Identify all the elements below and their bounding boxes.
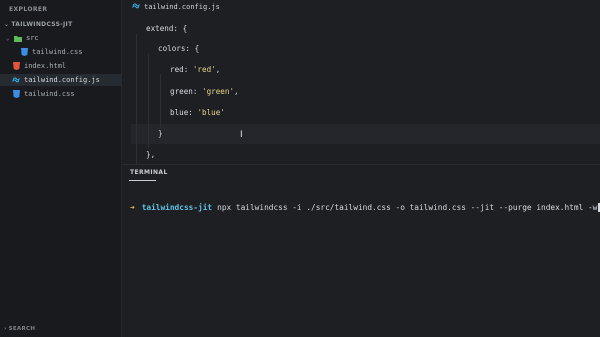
workspace-folder-header[interactable]: ⌄ TAILWINDCSS-JIT [4, 21, 72, 28]
chevron-down-icon: ⌄ [6, 34, 10, 42]
code-line-1: extend: { [146, 24, 188, 33]
code-line-3: red: 'red', [170, 65, 221, 74]
code-line-4: green: 'green', [170, 87, 239, 96]
vscode-window: EXPLORER ⌄ TAILWINDCSS-JIT ⌄ src tailwind… [0, 0, 600, 337]
prompt-arrow-icon: ➜ [130, 203, 135, 212]
tree-item-tailwind-css-root[interactable]: tailwind.css [0, 88, 133, 100]
terminal-tab-indicator [129, 180, 156, 181]
explorer-title: EXPLORER [9, 6, 48, 13]
chevron-down-icon: ⌄ [4, 21, 10, 28]
tailwind-file-icon [132, 3, 140, 11]
panel-divider[interactable] [122, 164, 600, 165]
tailwind-file-icon [12, 76, 20, 84]
code-line-2: colors: { [158, 44, 200, 53]
text-cursor-icon: I [240, 130, 243, 140]
code-line-6: } [158, 129, 163, 138]
tree-item-tailwind-config-js[interactable]: tailwind.config.js [0, 74, 133, 86]
indent-guide [160, 74, 161, 128]
html-file-icon [12, 62, 20, 70]
terminal-prompt-line[interactable]: ➜ tailwindcss-jit npx tailwindcss -i ./s… [130, 203, 600, 212]
tree-item-tailwind-css-src[interactable]: tailwind.css [0, 46, 141, 58]
tree-item-label: tailwind.config.js [24, 76, 100, 84]
terminal-command: npx tailwindcss -i ./src/tailwind.css -o… [217, 203, 598, 212]
tab-terminal[interactable]: TERMINAL [130, 169, 168, 176]
folder-open-icon [14, 34, 22, 42]
editor-tab-bar: tailwind.config.js [122, 0, 600, 18]
code-line-5: blue: 'blue' [170, 108, 225, 117]
search-panel-header[interactable]: › SEARCH [4, 326, 35, 332]
indent-guide [136, 34, 137, 164]
chevron-right-icon: › [4, 326, 7, 332]
tree-item-label: tailwind.css [32, 48, 83, 56]
explorer-sidebar: EXPLORER ⌄ TAILWINDCSS-JIT ⌄ src tailwind… [0, 0, 133, 337]
tab-label: tailwind.config.js [144, 3, 220, 11]
tab-tailwind-config-js[interactable]: tailwind.config.js [132, 3, 220, 11]
tree-item-src[interactable]: ⌄ src [0, 32, 127, 44]
indent-guide [148, 54, 149, 148]
tree-item-index-html[interactable]: index.html [0, 60, 133, 72]
tree-item-label: index.html [24, 62, 67, 70]
current-line-highlight [131, 124, 600, 144]
tree-item-label: src [26, 34, 39, 42]
tree-item-label: tailwind.css [24, 90, 75, 98]
css-file-icon [12, 90, 20, 98]
prompt-directory: tailwindcss-jit [141, 203, 213, 212]
workspace-folder-label: TAILWINDCSS-JIT [11, 21, 73, 28]
search-panel-label: SEARCH [8, 326, 36, 332]
css-file-icon [20, 48, 28, 56]
code-line-7: }, [146, 150, 156, 159]
